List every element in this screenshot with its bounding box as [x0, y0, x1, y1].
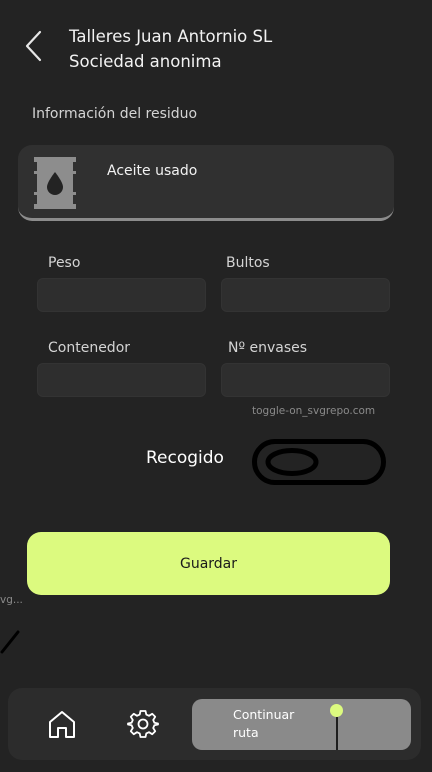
back-button[interactable]	[20, 28, 46, 64]
company-type: Sociedad anonima	[69, 52, 222, 71]
collected-label: Recogido	[146, 448, 224, 468]
packages-label: Bultos	[226, 255, 270, 271]
weight-input[interactable]	[37, 278, 206, 312]
toggle-credit-text: toggle-on_svgrepo.com	[252, 405, 376, 417]
containers-count-input[interactable]	[221, 363, 390, 397]
toggle-on-icon	[252, 439, 386, 485]
edge-decoration	[0, 626, 22, 654]
section-title: Información del residuo	[32, 106, 198, 122]
gear-icon[interactable]	[127, 708, 159, 740]
route-progress-dot	[330, 704, 343, 717]
oil-barrel-icon	[34, 157, 76, 209]
home-icon[interactable]	[46, 708, 78, 740]
company-name: Talleres Juan Antornio SL	[69, 27, 273, 46]
continue-route-label: Continuar ruta	[233, 707, 295, 740]
route-progress-line	[336, 717, 338, 750]
collected-toggle[interactable]	[252, 439, 386, 485]
container-label: Contenedor	[48, 340, 131, 356]
packages-input[interactable]	[221, 278, 390, 312]
chevron-left-icon	[25, 30, 42, 62]
containers-count-label: Nº envases	[228, 340, 308, 356]
container-input[interactable]	[37, 363, 206, 397]
save-button[interactable]: Guardar	[27, 532, 390, 595]
edge-credit-text: vg...	[0, 594, 23, 606]
weight-label: Peso	[48, 255, 81, 271]
waste-name: Aceite usado	[107, 163, 198, 179]
